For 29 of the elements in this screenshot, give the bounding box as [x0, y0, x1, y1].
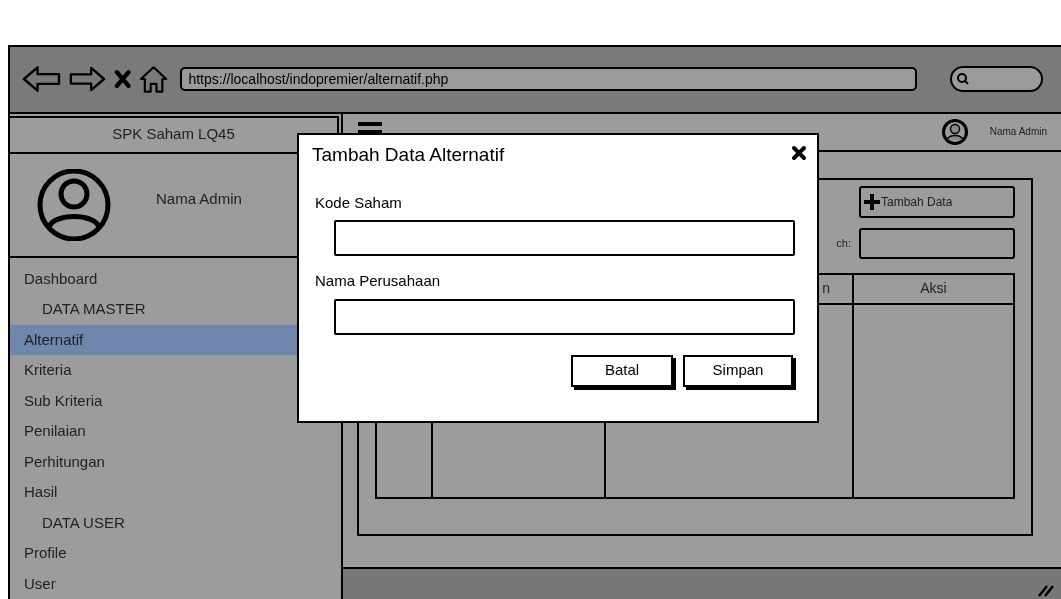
user-name: Nama Admin	[989, 125, 1047, 139]
address-bar[interactable]: https://localhost/indopremier/alternatif.php	[180, 67, 918, 92]
cancel-button[interactable]: Batal	[571, 354, 673, 387]
search-field[interactable]	[950, 66, 1043, 93]
sidebar-item[interactable]: Hasil	[10, 477, 341, 508]
close-icon[interactable]	[791, 145, 807, 161]
search-label: ch:	[836, 235, 851, 251]
search-icon	[956, 72, 971, 87]
sidebar-item[interactable]: Profile	[10, 538, 341, 569]
resize-grip-icon[interactable]	[1037, 583, 1055, 597]
user-name: Nama Admin	[156, 189, 242, 210]
save-button[interactable]: Simpan	[683, 354, 793, 387]
column-header: Aksi	[854, 274, 1013, 305]
add-data-button[interactable]: Tambah Data	[859, 185, 1015, 218]
menu-section-heading: DATA USER	[41, 512, 126, 533]
search-input[interactable]	[859, 227, 1015, 259]
plus-icon	[863, 192, 881, 211]
menu-section-heading: DATA MASTER	[41, 299, 147, 319]
field-label: Kode Saham	[314, 192, 403, 213]
home-icon[interactable]	[139, 64, 169, 95]
sidebar-item[interactable]: User	[10, 568, 341, 599]
input-field[interactable]	[334, 220, 795, 256]
avatar-icon	[939, 118, 970, 145]
sidebar-item[interactable]: Penilaian	[10, 416, 341, 447]
sidebar-item[interactable]: Perhitungan	[10, 446, 341, 477]
input-field[interactable]	[334, 298, 795, 335]
back-arrow-icon[interactable]	[22, 65, 61, 94]
forward-arrow-icon[interactable]	[68, 65, 106, 94]
field-label: Nama Perusahaan	[314, 271, 442, 291]
